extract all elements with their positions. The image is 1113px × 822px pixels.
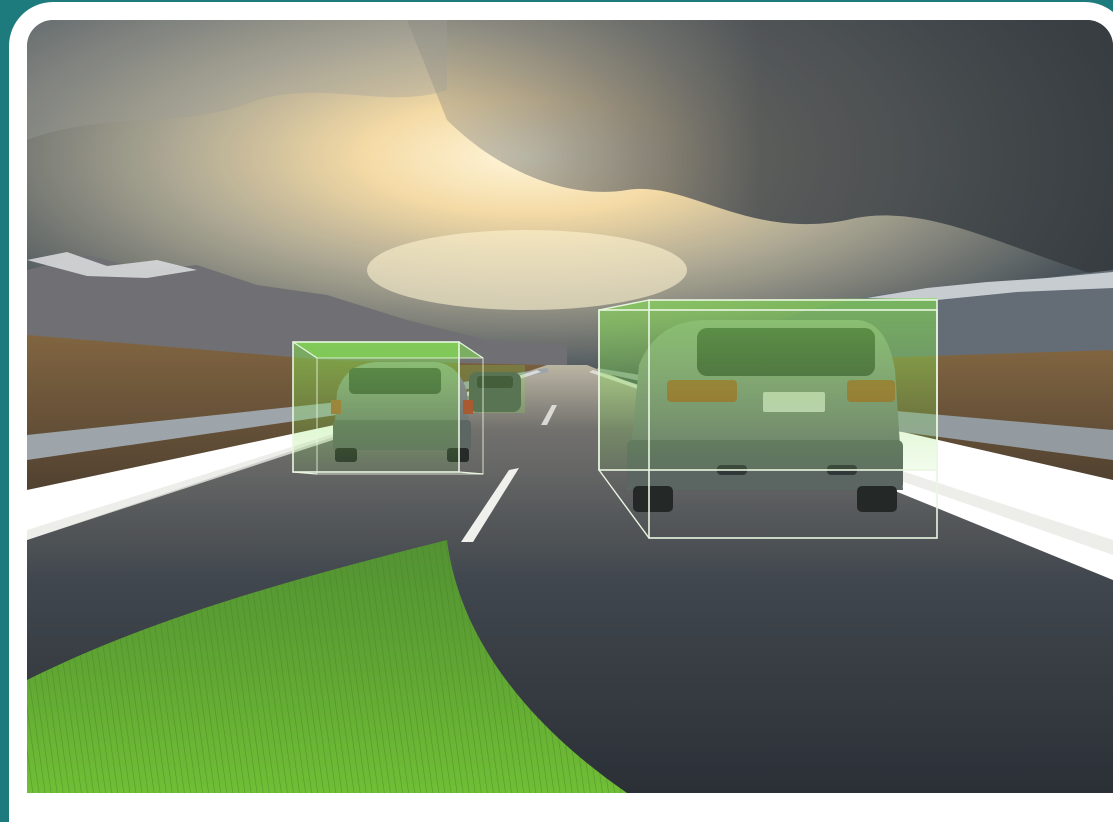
driving-scene-photo: [27, 20, 1113, 793]
